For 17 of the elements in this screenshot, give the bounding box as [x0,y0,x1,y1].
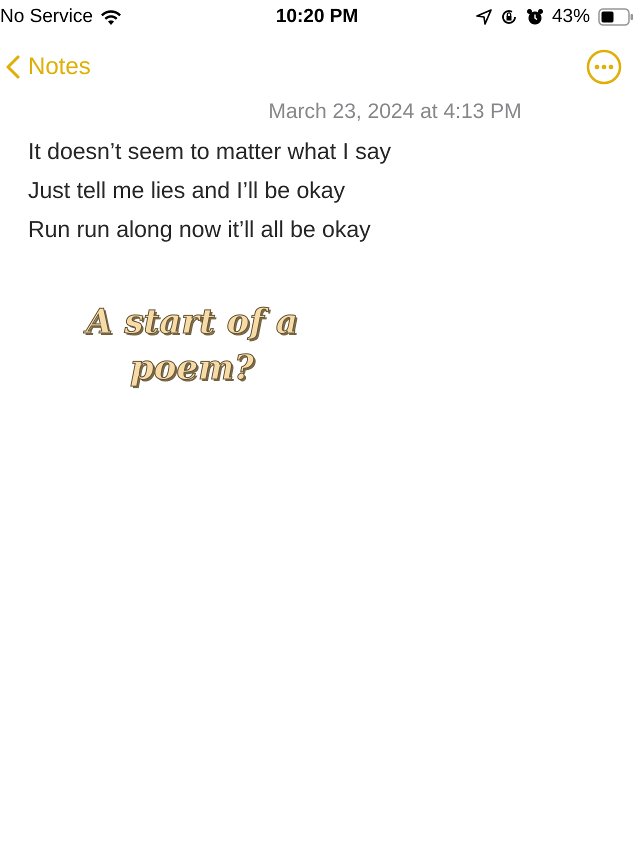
clock-time: 10:20 PM [276,6,358,28]
alarm-icon [526,8,544,26]
chevron-left-icon [6,55,20,79]
carrier-text: No Service [0,6,93,28]
battery-icon [598,8,634,26]
note-date: March 23, 2024 at 4:13 PM [267,100,523,124]
more-icon[interactable] [586,49,622,85]
battery-percent: 43% [552,6,590,28]
rotation-lock-icon [500,8,518,26]
back-button[interactable]: Notes [6,53,91,81]
caption-text: A start of a [72,299,312,345]
location-arrow-icon [476,9,492,25]
note-line: Just tell me lies and I’ll be okay [28,176,346,205]
note-line: It doesn’t seem to matter what I say [28,137,392,166]
caption-text: poem? [129,347,255,390]
wifi-icon [98,8,123,26]
note-line: Run run along now it’ll all be okay [28,215,372,244]
